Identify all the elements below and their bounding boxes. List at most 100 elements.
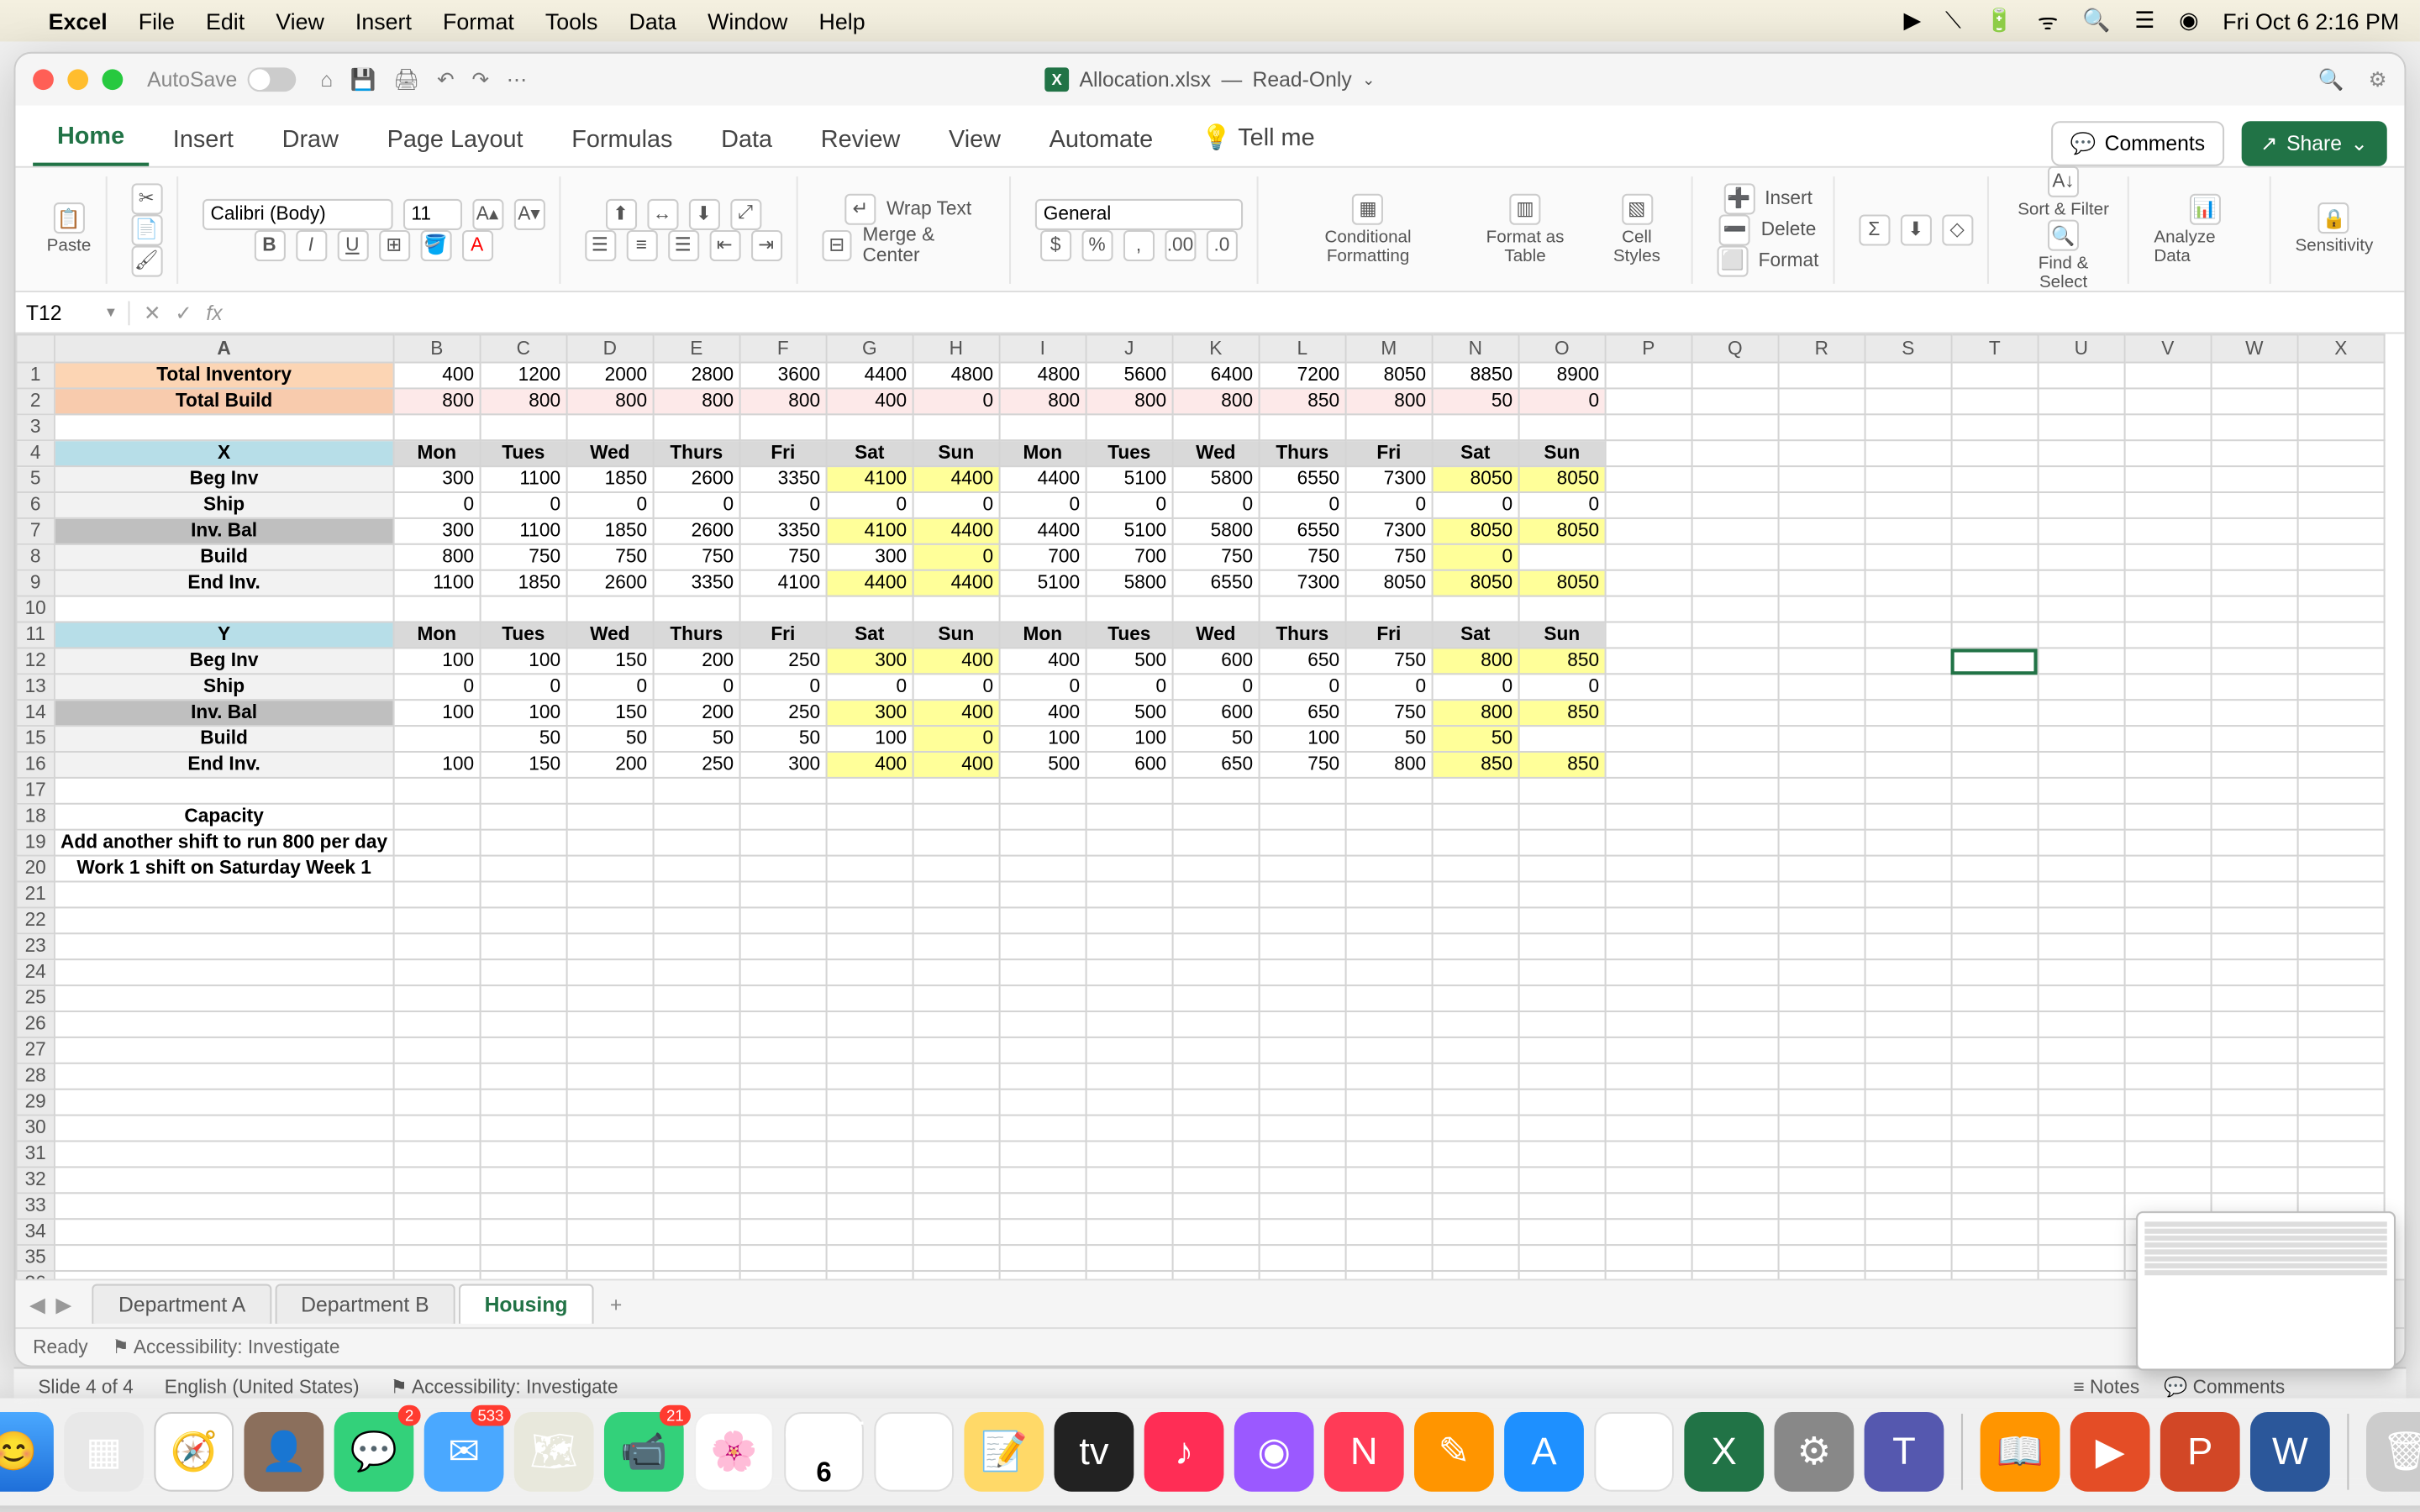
- row-header-31[interactable]: 31: [17, 1142, 55, 1168]
- sheet-tab-dept-b[interactable]: Department B: [275, 1284, 455, 1324]
- cell-H5[interactable]: 4400: [913, 466, 999, 492]
- cell-G34[interactable]: [826, 1219, 913, 1245]
- cell-Q1[interactable]: [1691, 363, 1778, 389]
- cell-N16[interactable]: 850: [1432, 752, 1518, 778]
- play-icon[interactable]: ▶: [1904, 7, 1922, 34]
- siri-icon[interactable]: ◉: [2179, 7, 2198, 34]
- cell-N9[interactable]: 8050: [1432, 570, 1518, 596]
- cell-U2[interactable]: [2038, 388, 2124, 414]
- cell-L23[interactable]: [1259, 933, 1345, 959]
- dock-excel-icon[interactable]: X: [1684, 1412, 1764, 1492]
- spotlight-icon[interactable]: 🔍: [2082, 7, 2110, 34]
- fill-color-icon[interactable]: 🪣: [420, 229, 451, 260]
- cell-H30[interactable]: [913, 1116, 999, 1142]
- app-name[interactable]: Excel: [49, 8, 108, 34]
- cell-S10[interactable]: [1865, 596, 1951, 622]
- cell-V19[interactable]: [2124, 830, 2211, 856]
- cell-L28[interactable]: [1259, 1063, 1345, 1089]
- dock-news-icon[interactable]: N: [1324, 1412, 1404, 1492]
- cell-Q22[interactable]: [1691, 907, 1778, 933]
- cell-N23[interactable]: [1432, 933, 1518, 959]
- cell-X6[interactable]: [2297, 492, 2384, 518]
- cell-M28[interactable]: [1345, 1063, 1432, 1089]
- cell-V21[interactable]: [2124, 882, 2211, 908]
- cell-G17[interactable]: [826, 778, 913, 804]
- cell-W28[interactable]: [2211, 1063, 2297, 1089]
- cell-F12[interactable]: 250: [739, 648, 826, 674]
- cell-F19[interactable]: [739, 830, 826, 856]
- cell-V9[interactable]: [2124, 570, 2211, 596]
- cell-K12[interactable]: 600: [1172, 648, 1259, 674]
- cell-T6[interactable]: [1951, 492, 2038, 518]
- cell-P34[interactable]: [1605, 1219, 1691, 1245]
- cell-G32[interactable]: [826, 1167, 913, 1193]
- cell-N25[interactable]: [1432, 985, 1518, 1011]
- row-header-24[interactable]: 24: [17, 959, 55, 985]
- cell-B2[interactable]: 800: [393, 388, 480, 414]
- row-header-7[interactable]: 7: [17, 518, 55, 544]
- cell-D13[interactable]: 0: [566, 674, 653, 700]
- cell-T36[interactable]: [1951, 1271, 2038, 1278]
- cell-P33[interactable]: [1605, 1193, 1691, 1219]
- cell-U17[interactable]: [2038, 778, 2124, 804]
- cell-I22[interactable]: [999, 907, 1086, 933]
- cell-Q14[interactable]: [1691, 700, 1778, 726]
- cell-B21[interactable]: [393, 882, 480, 908]
- cell-C7[interactable]: 1100: [480, 518, 566, 544]
- cell-F11[interactable]: Fri: [739, 622, 826, 648]
- cell-E9[interactable]: 3350: [653, 570, 739, 596]
- cell-M33[interactable]: [1345, 1193, 1432, 1219]
- cell-H4[interactable]: Sun: [913, 440, 999, 466]
- cell-I3[interactable]: [999, 414, 1086, 440]
- cell-R15[interactable]: [1778, 726, 1865, 752]
- cell-I31[interactable]: [999, 1142, 1086, 1168]
- cell-I2[interactable]: 800: [999, 388, 1086, 414]
- cell-R1[interactable]: [1778, 363, 1865, 389]
- dock-maps-icon[interactable]: 🗺: [514, 1412, 594, 1492]
- cell-I7[interactable]: 4400: [999, 518, 1086, 544]
- cell-K5[interactable]: 5800: [1172, 466, 1259, 492]
- cell-M36[interactable]: [1345, 1271, 1432, 1278]
- cell-X15[interactable]: [2297, 726, 2384, 752]
- cell-J1[interactable]: 5600: [1086, 363, 1172, 389]
- fill-icon[interactable]: ⬇: [1900, 213, 1931, 244]
- cell-G35[interactable]: [826, 1245, 913, 1271]
- dock-trash-icon[interactable]: 🗑: [2366, 1412, 2420, 1492]
- cell-E33[interactable]: [653, 1193, 739, 1219]
- cell-S8[interactable]: [1865, 544, 1951, 570]
- cell-S24[interactable]: [1865, 959, 1951, 985]
- cell-L7[interactable]: 6550: [1259, 518, 1345, 544]
- cell-B32[interactable]: [393, 1167, 480, 1193]
- cell-I26[interactable]: [999, 1011, 1086, 1037]
- cell-E8[interactable]: 750: [653, 544, 739, 570]
- cell-R28[interactable]: [1778, 1063, 1865, 1089]
- format-table-icon[interactable]: ▥: [1510, 193, 1541, 224]
- cell-I36[interactable]: [999, 1271, 1086, 1278]
- menu-view[interactable]: View: [276, 8, 324, 34]
- cell-Q8[interactable]: [1691, 544, 1778, 570]
- cell-N33[interactable]: [1432, 1193, 1518, 1219]
- cell-C19[interactable]: [480, 830, 566, 856]
- cell-Q15[interactable]: [1691, 726, 1778, 752]
- cell-O2[interactable]: 0: [1518, 388, 1605, 414]
- cell-R21[interactable]: [1778, 882, 1865, 908]
- cell-E14[interactable]: 200: [653, 700, 739, 726]
- row-header-28[interactable]: 28: [17, 1063, 55, 1089]
- cell-K19[interactable]: [1172, 830, 1259, 856]
- cell-M26[interactable]: [1345, 1011, 1432, 1037]
- cell-Q12[interactable]: [1691, 648, 1778, 674]
- cell-C24[interactable]: [480, 959, 566, 985]
- cell-F15[interactable]: 50: [739, 726, 826, 752]
- cell-P15[interactable]: [1605, 726, 1691, 752]
- cell-K22[interactable]: [1172, 907, 1259, 933]
- cell-T7[interactable]: [1951, 518, 2038, 544]
- cell-C17[interactable]: [480, 778, 566, 804]
- cell-N24[interactable]: [1432, 959, 1518, 985]
- cell-C22[interactable]: [480, 907, 566, 933]
- cell-T23[interactable]: [1951, 933, 2038, 959]
- cell-P16[interactable]: [1605, 752, 1691, 778]
- cell-X31[interactable]: [2297, 1142, 2384, 1168]
- cell-F14[interactable]: 250: [739, 700, 826, 726]
- cell-I5[interactable]: 4400: [999, 466, 1086, 492]
- cell-K23[interactable]: [1172, 933, 1259, 959]
